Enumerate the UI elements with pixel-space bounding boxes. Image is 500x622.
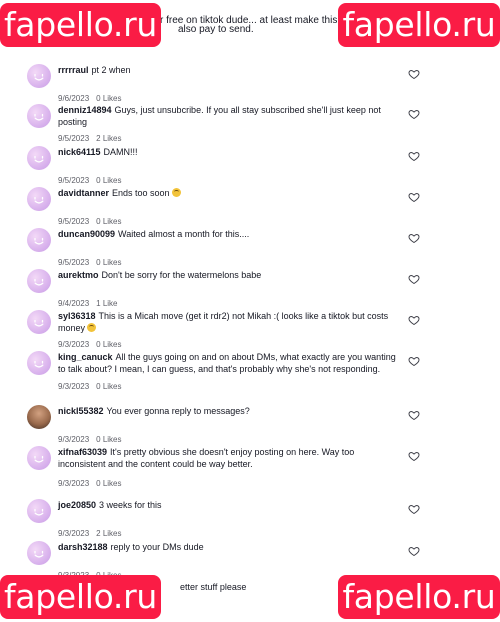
comment-username[interactable]: aurektmo <box>58 270 99 280</box>
comment-text-block: nickl55382 You ever gonna reply to messag… <box>58 405 404 417</box>
comment-meta: 9/6/2023 0 Likes <box>58 94 122 103</box>
heart-outline-icon[interactable] <box>408 272 420 284</box>
comment-text-block: nick64115 DAMN!!! <box>58 146 404 158</box>
user-avatar[interactable] <box>27 228 51 252</box>
user-avatar[interactable] <box>27 499 51 523</box>
comment-username[interactable]: darsh32188 <box>58 542 108 552</box>
comment-meta: 9/3/2023 0 Likes <box>58 479 122 488</box>
comment-body: DAMN!!! <box>103 147 138 157</box>
user-avatar[interactable] <box>27 541 51 565</box>
comment-date: 9/5/2023 <box>58 258 90 267</box>
comment-text-block: xifnaf63039 It's pretty obvious she doesn… <box>58 446 404 470</box>
comment-text-block: king_canuck All the guys going on and on … <box>58 351 404 375</box>
comment-date: 9/3/2023 <box>58 382 90 391</box>
heart-outline-icon[interactable] <box>408 313 420 325</box>
comment-text-block: davidtanner Ends too soon <box>58 187 404 199</box>
comment-text-block: denniz14894 Guys, just unsubcribe. If you… <box>58 104 404 128</box>
user-avatar[interactable] <box>27 310 51 334</box>
crying-emoji-icon <box>171 188 181 197</box>
comment-username[interactable]: davidtanner <box>58 188 109 198</box>
comment-text-block: duncan90099 Waited almost a month for thi… <box>58 228 404 240</box>
comment-meta: 9/3/2023 0 Likes <box>58 382 122 391</box>
comment-body: Ends too soon <box>112 188 170 198</box>
next-comment-text: etter stuff please <box>180 582 247 592</box>
comment-username[interactable]: nickl55382 <box>58 406 104 416</box>
comment-likes: 0 Likes <box>96 382 122 391</box>
comment-likes: 0 Likes <box>96 258 122 267</box>
comment-username[interactable]: denniz14894 <box>58 105 112 115</box>
heart-outline-icon[interactable] <box>408 231 420 243</box>
comment-date: 9/6/2023 <box>58 94 90 103</box>
heart-outline-icon[interactable] <box>408 107 420 119</box>
comment-likes: 0 Likes <box>96 94 122 103</box>
comment-likes: 0 Likes <box>96 435 122 444</box>
heart-outline-icon[interactable] <box>408 544 420 556</box>
comment-body: This is a Micah move (get it rdr2) not M… <box>58 311 389 333</box>
comment-username[interactable]: joe20850 <box>58 500 96 510</box>
comment-body: You ever gonna reply to messages? <box>106 406 250 416</box>
comment-likes: 0 Likes <box>96 340 122 349</box>
comment-body: Waited almost a month for this.... <box>118 229 250 239</box>
comment-meta: 9/3/2023 0 Likes <box>58 340 122 349</box>
comment-date: 9/5/2023 <box>58 176 90 185</box>
user-avatar[interactable] <box>27 405 51 429</box>
heart-outline-icon[interactable] <box>408 502 420 514</box>
comment-likes: 0 Likes <box>96 176 122 185</box>
comment-likes: 0 Likes <box>96 479 122 488</box>
comment-date: 9/3/2023 <box>58 340 90 349</box>
comment-likes: 2 Likes <box>96 529 122 538</box>
user-avatar[interactable] <box>27 269 51 293</box>
comment-username[interactable]: duncan90099 <box>58 229 115 239</box>
user-avatar[interactable] <box>27 146 51 170</box>
user-avatar[interactable] <box>27 64 51 88</box>
comment-meta: 9/4/2023 1 Like <box>58 299 118 308</box>
comment-date: 9/3/2023 <box>58 529 90 538</box>
comment-username[interactable]: king_canuck <box>58 352 113 362</box>
comment-body: reply to your DMs dude <box>110 542 204 552</box>
heart-outline-icon[interactable] <box>408 408 420 420</box>
comment-text-block: rrrrraul pt 2 when <box>58 64 404 76</box>
comment-body: 3 weeks for this <box>99 500 162 510</box>
comment-meta: 9/3/2023 0 Likes <box>58 435 122 444</box>
user-avatar[interactable] <box>27 446 51 470</box>
comment-meta: 9/5/2023 0 Likes <box>58 176 122 185</box>
comment-text-block: syl36318 This is a Micah move (get it rdr… <box>58 310 404 334</box>
watermark-logo: fapello.ru <box>338 3 500 47</box>
comment-date: 9/3/2023 <box>58 435 90 444</box>
watermark-logo: fapello.ru <box>338 575 500 619</box>
user-avatar[interactable] <box>27 187 51 211</box>
watermark-logo: fapello.ru <box>0 575 161 619</box>
comment-likes: 0 Likes <box>96 217 122 226</box>
comment-date: 9/5/2023 <box>58 217 90 226</box>
comment-date: 9/4/2023 <box>58 299 90 308</box>
heart-outline-icon[interactable] <box>408 190 420 202</box>
heart-outline-icon[interactable] <box>408 449 420 461</box>
comment-text-block: joe20850 3 weeks for this <box>58 499 404 511</box>
comment-username[interactable]: xifnaf63039 <box>58 447 107 457</box>
comment-username[interactable]: syl36318 <box>58 311 96 321</box>
user-avatar[interactable] <box>27 104 51 128</box>
previous-comment-text-line2: also pay to send. <box>178 24 254 35</box>
comment-meta: 9/5/2023 0 Likes <box>58 258 122 267</box>
comment-body: pt 2 when <box>91 65 131 75</box>
comment-meta: 9/5/2023 2 Likes <box>58 134 122 143</box>
comment-text-block: darsh32188 reply to your DMs dude <box>58 541 404 553</box>
comment-date: 9/5/2023 <box>58 134 90 143</box>
comment-likes: 1 Like <box>96 299 118 308</box>
comment-body: Don't be sorry for the watermelons babe <box>101 270 262 280</box>
comment-meta: 9/5/2023 0 Likes <box>58 217 122 226</box>
comment-date: 9/3/2023 <box>58 479 90 488</box>
comment-text-block: aurektmo Don't be sorry for the watermelo… <box>58 269 404 281</box>
heart-outline-icon[interactable] <box>408 149 420 161</box>
watermark-logo: fapello.ru <box>0 3 161 47</box>
crying-emoji-icon <box>87 323 97 332</box>
heart-outline-icon[interactable] <box>408 67 420 79</box>
heart-outline-icon[interactable] <box>408 354 420 366</box>
user-avatar[interactable] <box>27 351 51 375</box>
comment-likes: 2 Likes <box>96 134 122 143</box>
comment-meta: 9/3/2023 2 Likes <box>58 529 122 538</box>
comment-username[interactable]: nick64115 <box>58 147 101 157</box>
comment-username[interactable]: rrrrraul <box>58 65 89 75</box>
